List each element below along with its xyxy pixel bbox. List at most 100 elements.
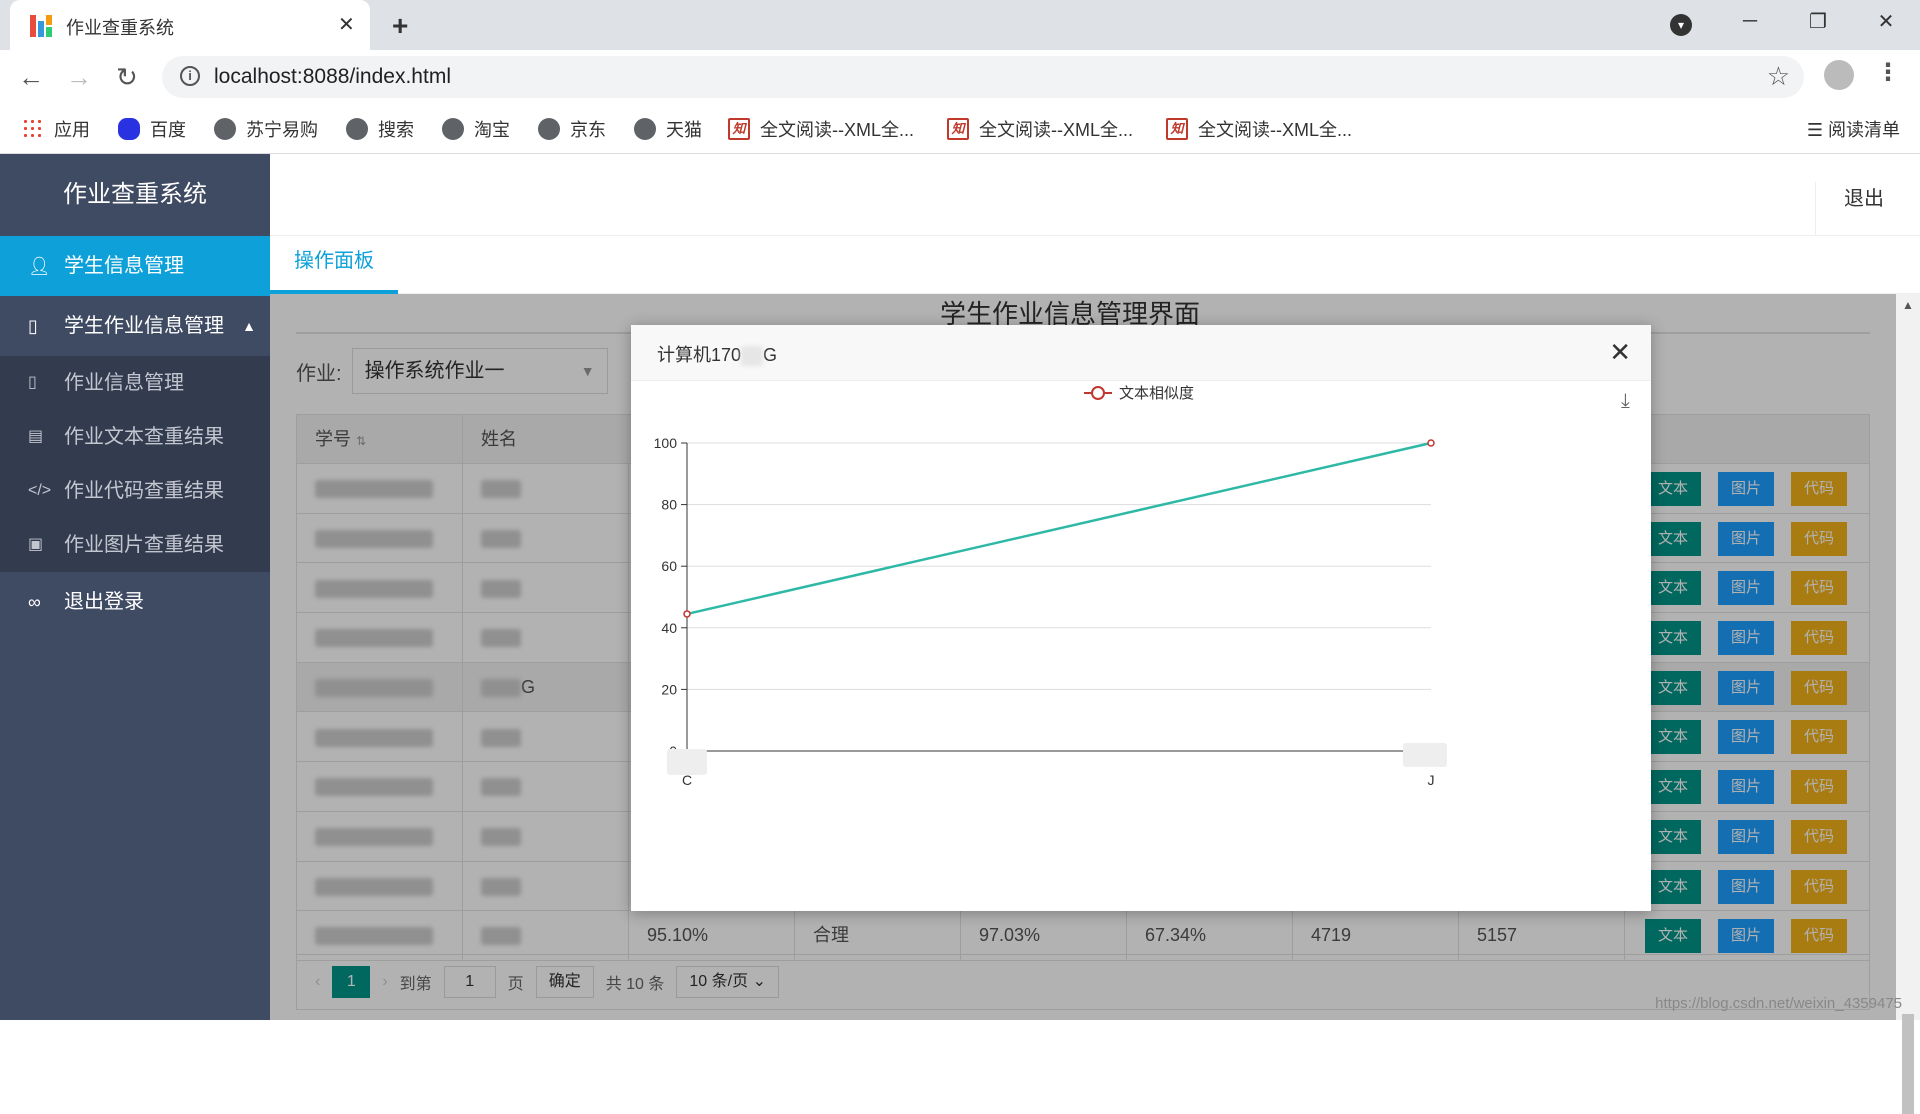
browser-tab[interactable]: 作业查重系统 ✕ (10, 0, 370, 50)
bookmark-label: 京东 (570, 120, 606, 140)
bookmark-search[interactable]: 搜索 (346, 116, 414, 142)
apps-grid-icon (22, 118, 44, 140)
bookmark-baidu[interactable]: 百度 (118, 116, 186, 142)
sidebar-item-logout[interactable]: ∞ 退出登录 (0, 572, 270, 632)
bookmark-star-icon[interactable]: ☆ (1767, 61, 1790, 92)
sidebar-item-label: 作业文本查重结果 (64, 426, 224, 448)
legend-swatch-marker (1091, 386, 1105, 400)
tab-strip: 作业查重系统 ✕ + ▾ ─ ❐ ✕ (0, 0, 1920, 50)
baidu-paw-icon (118, 118, 140, 140)
sidebar-item-homework-manage[interactable]: ▯ 作业信息管理 (0, 356, 270, 410)
window-close-icon[interactable]: ✕ (1852, 9, 1920, 34)
forward-icon[interactable]: → (66, 62, 92, 93)
sidebar-item-homework-info[interactable]: ▯ 学生作业信息管理 ▲ (0, 296, 270, 356)
bookmark-cnki-2[interactable]: 知全文阅读--XML全... (947, 116, 1133, 142)
similarity-line-chart: 文本相似度⤓020406080100CJ (654, 385, 1630, 788)
tab-bar: 操作面板 (270, 236, 1920, 294)
bookmark-jd[interactable]: 京东 (538, 116, 606, 142)
address-bar[interactable]: i localhost:8088/index.html ☆ (162, 56, 1804, 98)
back-icon[interactable]: ← (18, 62, 44, 93)
download-icon[interactable]: ⤓ (1621, 390, 1630, 412)
series-line (686, 441, 1432, 616)
globe-icon (214, 118, 236, 140)
chevron-up-icon: ▲ (242, 318, 256, 334)
bookmark-label: 苏宁易购 (246, 120, 318, 140)
clipboard-icon: ▤ (28, 428, 44, 445)
bookmark-label: 全文阅读--XML全... (1198, 120, 1353, 140)
cnki-icon: 知 (728, 118, 750, 140)
sidebar-item-text-check[interactable]: ▤ 作业文本查重结果 (0, 410, 270, 464)
app-favicon-icon (30, 15, 52, 37)
x-tick-label: J (1428, 772, 1435, 788)
bookmark-taobao[interactable]: 淘宝 (442, 116, 510, 142)
bookmark-tmall[interactable]: 天猫 (634, 116, 702, 142)
sidebar-item-code-check[interactable]: </> 作业代码查重结果 (0, 464, 270, 518)
y-tick-label: 80 (661, 497, 677, 513)
cnki-icon: 知 (947, 118, 969, 140)
code-icon: </> (28, 482, 52, 499)
reload-icon[interactable]: ↻ (116, 62, 138, 93)
modal-title-text: 计算机170 (657, 345, 742, 365)
bookmarks-bar: 应用 百度 苏宁易购 搜索 淘宝 京东 天猫 知全文阅读--XML全... 知全… (0, 106, 1920, 154)
bookmark-cnki-3[interactable]: 知全文阅读--XML全... (1166, 116, 1352, 142)
logout-button[interactable]: 退出 (1815, 182, 1884, 236)
bookmark-label: 全文阅读--XML全... (760, 120, 915, 140)
modal-close-icon[interactable]: ✕ (1609, 337, 1631, 368)
modal-title: 计算机170 G (657, 341, 777, 367)
bookmark-cnki-1[interactable]: 知全文阅读--XML全... (728, 116, 914, 142)
browser-menu-icon[interactable]: ⋮ (1876, 58, 1900, 87)
redacted-text (741, 346, 764, 367)
tab-search-icon[interactable]: ▾ (1670, 14, 1692, 36)
globe-icon (634, 118, 656, 140)
reading-list-button[interactable]: ☰ 阅读清单 (1807, 116, 1900, 142)
sidebar-item-student-info[interactable]: 👤︎ 学生信息管理 (0, 236, 270, 296)
bookmark-label: 全文阅读--XML全... (979, 120, 1134, 140)
tab-operation-panel[interactable]: 操作面板 (270, 236, 398, 294)
bookmark-label: 应用 (54, 120, 90, 140)
restore-icon[interactable]: ❐ (1784, 9, 1852, 34)
user-icon: 👤︎ (28, 256, 51, 276)
bookmark-suning[interactable]: 苏宁易购 (214, 116, 318, 142)
page-scrollbar[interactable]: ▲ (1896, 294, 1920, 1114)
file-icon: ▯ (28, 374, 37, 391)
minimize-icon[interactable]: ─ (1716, 10, 1784, 33)
scroll-up-icon[interactable]: ▲ (1902, 298, 1914, 312)
sidebar-item-label: 学生信息管理 (64, 255, 184, 277)
redacted-label (667, 749, 707, 775)
legend-label: 文本相似度 (1119, 385, 1194, 402)
data-point (683, 610, 691, 618)
image-icon: ▣ (28, 536, 44, 553)
globe-icon (538, 118, 560, 140)
y-tick-label: 40 (661, 620, 677, 636)
redacted-label (1403, 743, 1447, 767)
scrollbar-thumb[interactable] (1902, 1014, 1914, 1114)
tab-close-icon[interactable]: ✕ (338, 12, 355, 37)
bookmark-label: 淘宝 (474, 120, 510, 140)
globe-icon (442, 118, 464, 140)
modal-title-tail: G (763, 345, 778, 365)
link-icon: ∞ (28, 592, 41, 612)
sidebar-item-label: 作业代码查重结果 (64, 480, 224, 502)
sidebar-item-label: 学生作业信息管理 (64, 315, 224, 337)
top-bar: 退出 (270, 154, 1920, 236)
bookmark-label: 搜索 (378, 120, 414, 140)
bookmark-label: 百度 (150, 120, 186, 140)
sidebar-item-label: 退出登录 (64, 591, 144, 613)
watermark-text: https://blog.csdn.net/weixin_4359475 (1655, 995, 1902, 1012)
window-controls: ─ ❐ ✕ (1716, 0, 1920, 42)
profile-avatar[interactable] (1824, 60, 1854, 90)
cnki-icon: 知 (1166, 118, 1188, 140)
bookmark-label: 天猫 (666, 120, 702, 140)
file-icon: ▯ (28, 316, 38, 336)
data-point (1427, 439, 1435, 447)
new-tab-button[interactable]: + (392, 10, 408, 42)
site-info-icon[interactable]: i (180, 66, 200, 86)
chart-modal: 计算机170G ✕ 文本相似度⤓020406080100CJ (631, 325, 1651, 911)
bookmark-apps[interactable]: 应用 (22, 116, 90, 142)
y-tick-label: 20 (661, 681, 677, 697)
browser-toolbar: ← → ↻ i localhost:8088/index.html ☆ ⋮ (0, 50, 1920, 106)
browser-chrome: 作业查重系统 ✕ + ▾ ─ ❐ ✕ ← → ↻ i localhost:808… (0, 0, 1920, 154)
sidebar-item-image-check[interactable]: ▣ 作业图片查重结果 (0, 518, 270, 572)
sidebar-item-label: 作业信息管理 (64, 372, 184, 394)
sidebar-item-label: 作业图片查重结果 (64, 534, 224, 556)
